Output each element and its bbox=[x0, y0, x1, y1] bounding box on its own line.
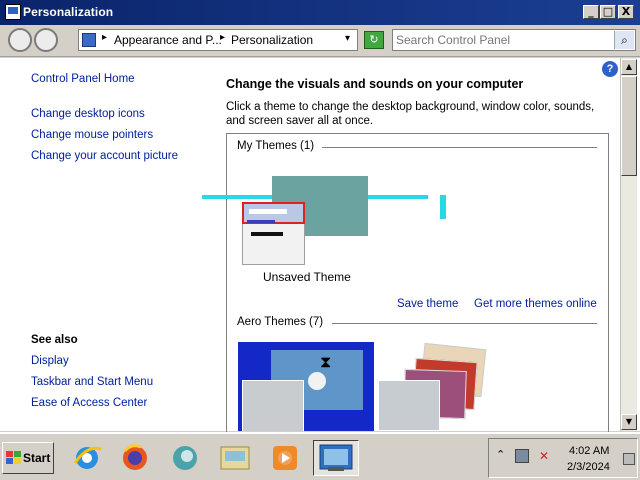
personalization-icon[interactable] bbox=[313, 440, 359, 476]
vertical-scrollbar[interactable]: ▲ ▼ bbox=[620, 58, 637, 431]
firefox-icon[interactable] bbox=[116, 440, 154, 476]
save-theme-link[interactable]: Save theme bbox=[397, 298, 458, 310]
help-icon[interactable]: ? bbox=[602, 61, 618, 77]
search-input[interactable] bbox=[396, 32, 608, 48]
control-panel-home-link[interactable]: Control Panel Home bbox=[31, 73, 135, 85]
back-button[interactable] bbox=[8, 28, 32, 52]
scroll-down-button[interactable]: ▼ bbox=[621, 414, 637, 430]
thumbnail-window bbox=[242, 380, 304, 431]
taskbar: Start ⌃ ✕ 4:02 AM 2/3/2024 bbox=[0, 432, 640, 480]
scroll-thumb[interactable] bbox=[621, 76, 637, 176]
control-panel-icon bbox=[5, 4, 21, 20]
hourglass-cursor-icon: ⧗ bbox=[320, 352, 332, 371]
thumbnail-flower bbox=[308, 372, 326, 390]
refresh-button[interactable]: ↻ bbox=[364, 31, 384, 49]
network-icon[interactable] bbox=[515, 449, 529, 463]
volume-muted-icon[interactable]: ✕ bbox=[539, 449, 553, 463]
my-themes-heading: My Themes (1) bbox=[237, 140, 321, 152]
media-player-icon[interactable] bbox=[266, 440, 304, 476]
thumbnail-window-text bbox=[251, 232, 283, 236]
window-title: Personalization bbox=[23, 5, 114, 19]
navigation-bar: ▸ Appearance and P... ▸ Personalization … bbox=[0, 25, 640, 57]
search-icon[interactable]: ⌕ bbox=[614, 31, 634, 49]
aero-theme-thumbnail-1[interactable] bbox=[238, 342, 374, 431]
control-panel-icon bbox=[82, 33, 96, 47]
system-tray: ⌃ ✕ 4:02 AM 2/3/2024 bbox=[488, 438, 638, 478]
page-description: Click a theme to change the desktop back… bbox=[226, 101, 595, 127]
close-button[interactable]: X bbox=[618, 5, 634, 19]
aero-themes-heading: Aero Themes (7) bbox=[237, 316, 330, 328]
unsaved-theme-label[interactable]: Unsaved Theme bbox=[263, 270, 351, 284]
see-also-heading: See also bbox=[31, 334, 78, 346]
unsaved-theme-thumbnail[interactable] bbox=[242, 202, 305, 265]
change-account-picture-link[interactable]: Change your account picture bbox=[31, 150, 178, 162]
render-artifact bbox=[368, 195, 428, 199]
clock-time[interactable]: 4:02 AM bbox=[569, 445, 609, 457]
control-panel-icon[interactable] bbox=[216, 440, 254, 476]
minimize-button[interactable]: _ bbox=[583, 5, 599, 19]
breadcrumb-separator[interactable]: ▸ bbox=[102, 32, 107, 43]
ease-of-access-link[interactable]: Ease of Access Center bbox=[31, 397, 147, 409]
breadcrumb-separator[interactable]: ▸ bbox=[220, 32, 225, 43]
divider bbox=[322, 147, 597, 148]
clock-date[interactable]: 2/3/2024 bbox=[567, 461, 610, 473]
get-more-themes-link[interactable]: Get more themes online bbox=[474, 298, 597, 310]
show-hidden-icons-icon[interactable]: ⌃ bbox=[496, 448, 505, 461]
thumbnail-window-accent bbox=[247, 220, 275, 223]
taskbar-start-menu-link[interactable]: Taskbar and Start Menu bbox=[31, 376, 153, 388]
render-artifact bbox=[440, 195, 446, 219]
page-title: Change the visuals and sounds on your co… bbox=[226, 77, 524, 91]
scroll-up-button[interactable]: ▲ bbox=[621, 59, 637, 75]
divider bbox=[332, 323, 597, 324]
thumbnail-window bbox=[378, 380, 440, 431]
aero-theme-thumbnail-2[interactable] bbox=[378, 342, 498, 431]
search-box[interactable]: ⌕ bbox=[392, 29, 636, 51]
start-button[interactable]: Start bbox=[2, 442, 54, 474]
maximize-button[interactable]: □ bbox=[600, 5, 616, 19]
breadcrumb-appearance[interactable]: Appearance and P... bbox=[114, 33, 222, 47]
breadcrumb-personalization[interactable]: Personalization bbox=[231, 33, 313, 47]
address-bar[interactable]: ▸ Appearance and P... ▸ Personalization … bbox=[78, 29, 358, 51]
change-mouse-pointers-link[interactable]: Change mouse pointers bbox=[31, 129, 153, 141]
title-bar: Personalization _ □ X bbox=[0, 0, 640, 25]
internet-explorer-icon[interactable] bbox=[68, 440, 106, 476]
windows-flag-icon bbox=[6, 451, 22, 465]
address-dropdown-button[interactable]: ▾ bbox=[345, 33, 350, 44]
thumbnail-window-title bbox=[249, 209, 287, 214]
display-link[interactable]: Display bbox=[31, 355, 69, 367]
render-artifact bbox=[202, 195, 272, 199]
start-label: Start bbox=[23, 451, 51, 465]
change-desktop-icons-link[interactable]: Change desktop icons bbox=[31, 108, 145, 120]
notification-icon[interactable] bbox=[623, 453, 635, 465]
forward-button[interactable] bbox=[34, 28, 58, 52]
edge-icon[interactable] bbox=[166, 440, 204, 476]
